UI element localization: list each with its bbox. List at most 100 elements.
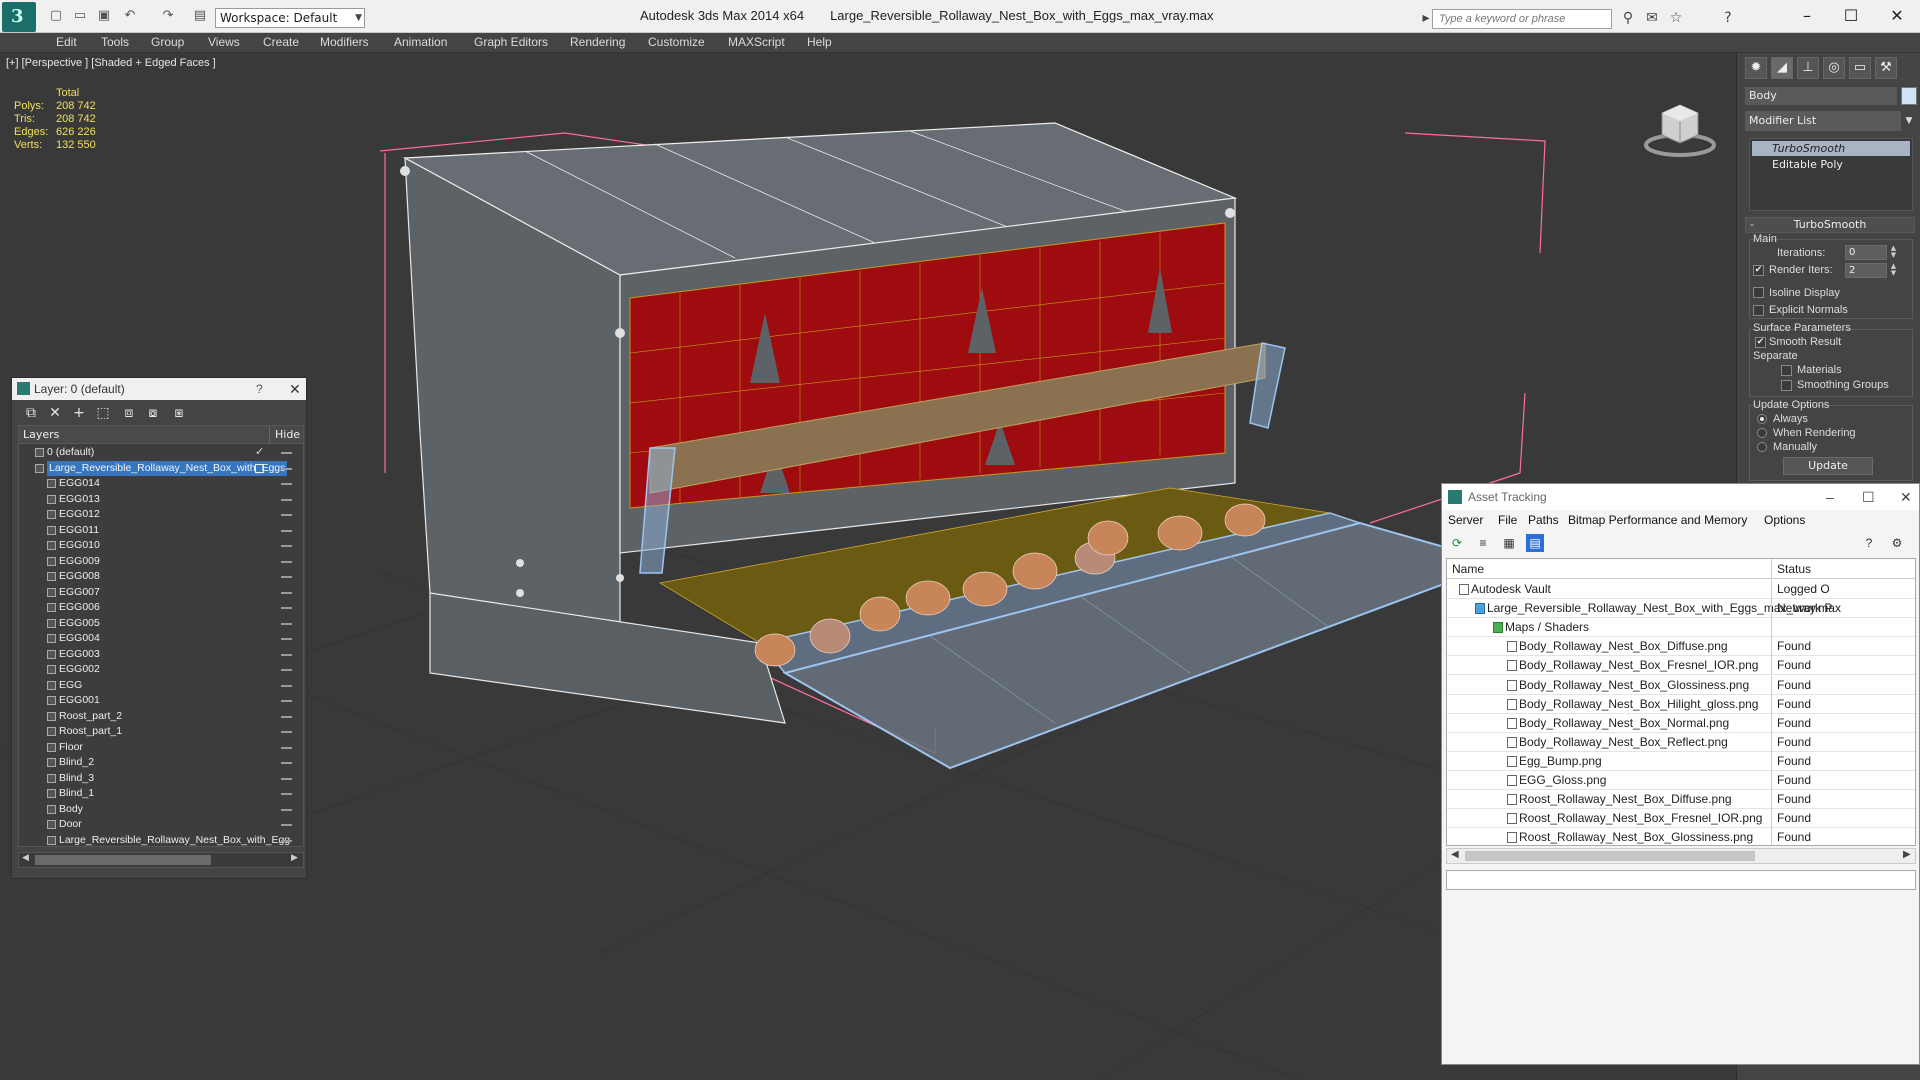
explicit-normals-checkbox[interactable] <box>1753 305 1764 316</box>
set-current-layer-icon[interactable] <box>255 463 264 473</box>
layer-row[interactable]: EGG002 <box>19 662 303 678</box>
menu-paths[interactable]: Paths <box>1528 513 1559 527</box>
hide-toggle[interactable] <box>281 793 292 795</box>
layer-row[interactable]: Body <box>19 802 303 818</box>
layer-row[interactable]: EGG005 <box>19 616 303 632</box>
render-iters-spinner[interactable]: 2 <box>1845 263 1887 278</box>
maximize-icon[interactable]: ☐ <box>1862 484 1875 510</box>
binoculars-icon[interactable]: ⚲ <box>1620 10 1636 26</box>
menu-options[interactable]: Options <box>1764 513 1805 527</box>
object-color-swatch[interactable] <box>1901 87 1917 105</box>
materials-checkbox[interactable] <box>1781 365 1792 376</box>
layer-row[interactable]: EGG013 <box>19 492 303 508</box>
hide-toggle[interactable] <box>281 653 292 656</box>
favorites-icon[interactable]: ☆ <box>1668 10 1684 26</box>
layer-horizontal-scrollbar[interactable]: ◀ ▶ <box>18 852 304 868</box>
close-icon[interactable]: ✕ <box>1900 484 1912 510</box>
table-view-icon[interactable]: ▤ <box>1526 534 1544 552</box>
menu-maxscript[interactable]: MAXScript <box>728 35 785 49</box>
search-input[interactable]: Type a keyword or phrase <box>1432 9 1612 29</box>
create-tab-icon[interactable]: ✹ <box>1745 57 1767 79</box>
asset-row[interactable]: EGG_Gloss.png Found <box>1447 771 1915 790</box>
iterations-spinner[interactable]: 0 <box>1845 245 1887 260</box>
redo-icon[interactable]: ↷ <box>160 9 176 23</box>
delete-layer-icon[interactable]: ✕ <box>46 404 64 422</box>
menu-help[interactable]: Help <box>807 35 832 49</box>
refresh-icon[interactable]: ⟳ <box>1448 534 1466 552</box>
hide-toggle[interactable] <box>281 576 292 578</box>
help-button[interactable]: ? <box>256 378 263 400</box>
menu-server[interactable]: Server <box>1448 513 1483 527</box>
hide-toggle[interactable] <box>281 824 292 826</box>
spinner-arrows-icon[interactable]: ▲ ▼ <box>1889 263 1898 278</box>
hide-toggle[interactable] <box>281 514 292 516</box>
modifier-list-dropdown[interactable]: Modifier List ▼ <box>1745 111 1917 131</box>
hide-toggle[interactable] <box>281 498 292 501</box>
asset-row[interactable]: Body_Rollaway_Nest_Box_Glossiness.png Fou… <box>1447 675 1915 695</box>
open-file-icon[interactable]: ▭ <box>72 9 88 23</box>
asset-row[interactable]: Body_Rollaway_Nest_Box_Hilight_gloss.png… <box>1447 694 1915 714</box>
column-status[interactable]: Status <box>1777 562 1811 576</box>
menu-graph-editors[interactable]: Graph Editors <box>474 35 548 49</box>
freeze-all-layers-icon[interactable]: ⧆ <box>170 404 188 422</box>
asset-row[interactable]: Maps / Shaders <box>1447 618 1915 638</box>
object-name-field[interactable]: Body <box>1745 87 1897 105</box>
smoothing-groups-checkbox[interactable] <box>1781 380 1792 391</box>
communication-center-icon[interactable]: ✉ <box>1644 10 1660 26</box>
add-to-layer-icon[interactable]: + <box>70 404 88 422</box>
hide-toggle[interactable] <box>281 622 292 625</box>
asset-row[interactable]: Body_Rollaway_Nest_Box_Diffuse.png Found <box>1447 637 1915 657</box>
hide-toggle[interactable] <box>281 808 292 811</box>
hide-toggle[interactable] <box>281 483 292 485</box>
layer-row[interactable]: EGG003 <box>19 647 303 663</box>
asset-row[interactable]: Body_Rollaway_Nest_Box_Reflect.png Found <box>1447 732 1915 752</box>
scroll-right-icon[interactable]: ▶ <box>1903 849 1911 860</box>
layer-row[interactable]: EGG001 <box>19 693 303 709</box>
layer-row[interactable]: EGG014 <box>19 476 303 492</box>
undo-icon[interactable]: ↶ <box>122 9 138 23</box>
column-name[interactable]: Name <box>1452 562 1484 576</box>
project-folder-icon[interactable]: ▤ <box>192 9 208 23</box>
hide-toggle[interactable] <box>281 529 292 532</box>
hide-toggle[interactable] <box>281 560 292 563</box>
hide-toggle[interactable] <box>281 638 292 640</box>
menu-views[interactable]: Views <box>208 35 240 49</box>
hide-toggle[interactable] <box>281 762 292 764</box>
layer-row[interactable]: Door <box>19 817 303 833</box>
stack-item-turbosmooth[interactable]: TurboSmooth <box>1752 141 1910 156</box>
hide-toggle[interactable] <box>281 452 292 454</box>
asset-row[interactable]: Roost_Rollaway_Nest_Box_Diffuse.png Found <box>1447 790 1915 810</box>
scroll-left-icon[interactable]: ◀ <box>1451 849 1459 860</box>
highlight-layer-icon[interactable]: ⧈ <box>120 404 138 422</box>
viewcube-icon[interactable] <box>1640 93 1720 163</box>
hierarchy-tab-icon[interactable]: ⊥ <box>1797 57 1819 79</box>
settings-icon[interactable]: ⚙ <box>1888 534 1906 552</box>
hide-toggle[interactable] <box>281 545 292 547</box>
asset-row[interactable]: Body_Rollaway_Nest_Box_Normal.png Found <box>1447 713 1915 733</box>
asset-tracking-titlebar[interactable]: Asset Tracking – ☐ ✕ <box>1442 484 1919 510</box>
asset-horizontal-scrollbar[interactable]: ◀ ▶ <box>1446 848 1916 864</box>
motion-tab-icon[interactable]: ◎ <box>1823 57 1845 79</box>
menu-modifiers[interactable]: Modifiers <box>320 35 369 49</box>
layer-row[interactable]: EGG <box>19 678 303 694</box>
active-layer-check-icon[interactable]: ✓ <box>255 445 264 460</box>
detail-view-icon[interactable]: ▦ <box>1500 534 1518 552</box>
select-layer-objects-icon[interactable]: ⬚ <box>94 404 112 422</box>
maximize-button[interactable]: ☐ <box>1836 4 1866 28</box>
turbosmooth-rollout-header[interactable]: - TurboSmooth <box>1745 217 1915 233</box>
layer-row[interactable]: Blind_1 <box>19 786 303 802</box>
spinner-arrows-icon[interactable]: ▲ ▼ <box>1889 245 1898 260</box>
scroll-right-icon[interactable]: ▶ <box>291 853 298 863</box>
asset-row[interactable]: Roost_Rollaway_Nest_Box_Glossiness.png Fo… <box>1447 828 1915 845</box>
workspace-dropdown[interactable]: Workspace: Default ▼ <box>215 8 365 28</box>
hide-toggle[interactable] <box>281 669 292 671</box>
asset-row[interactable]: Egg_Bump.png Found <box>1447 751 1915 771</box>
asset-row[interactable]: Autodesk Vault Logged O <box>1447 580 1915 599</box>
hide-toggle[interactable] <box>281 467 292 470</box>
asset-path-field[interactable] <box>1446 870 1916 890</box>
layer-row[interactable]: EGG007 <box>19 585 303 601</box>
viewport-label[interactable]: [+] [Perspective ] [Shaded + Edged Faces… <box>6 57 216 69</box>
app-logo-icon[interactable]: 3 <box>2 2 36 32</box>
asset-row[interactable]: Body_Rollaway_Nest_Box_Fresnel_IOR.png Fo… <box>1447 656 1915 676</box>
layer-row[interactable]: 0 (default) ✓ <box>19 445 303 461</box>
